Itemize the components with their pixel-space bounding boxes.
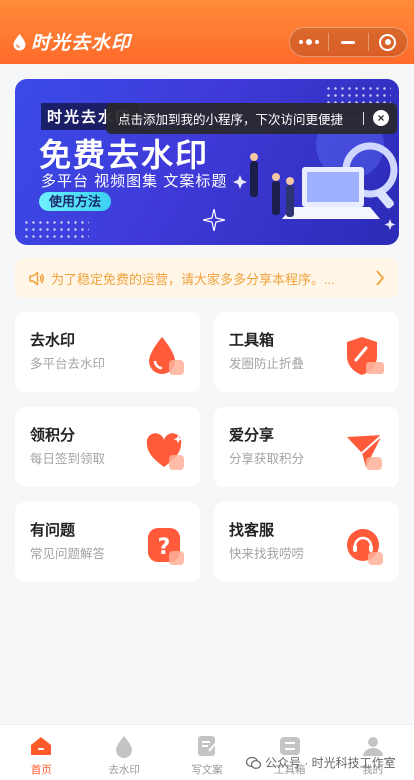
more-button[interactable] <box>290 28 328 56</box>
tooltip-divider <box>363 112 364 125</box>
card-toolbox[interactable]: 工具箱 发圈防止折叠 <box>214 312 399 392</box>
banner-dot-pattern <box>23 219 89 241</box>
watermark-text: 公众号 · 时光科技工作室 <box>265 756 396 770</box>
card-title: 找客服 <box>229 522 275 539</box>
headset-icon <box>347 529 383 565</box>
tooltip-text: 点击添加到我的小程序，下次访问更便捷 <box>118 113 344 127</box>
drop-icon <box>149 337 184 375</box>
card-remove-watermark[interactable]: 去水印 多平台去水印 <box>15 312 200 392</box>
card-title: 有问题 <box>30 522 76 539</box>
card-subtitle: 多平台去水印 <box>30 357 106 371</box>
tooltip-close-icon[interactable]: × <box>373 110 389 126</box>
miniprogram-capsule <box>289 27 408 57</box>
heart-icon <box>146 433 184 470</box>
card-subtitle: 常见问题解答 <box>30 547 106 561</box>
app-name: 时光去水印 <box>31 33 132 54</box>
card-title: 工具箱 <box>229 332 275 349</box>
card-faq[interactable]: 有问题 常见问题解答 ? <box>15 502 200 582</box>
add-to-miniprogram-tooltip: 点击添加到我的小程序，下次访问更便捷 × <box>106 103 397 134</box>
share-icon <box>347 434 383 470</box>
close-miniprogram-button[interactable] <box>369 28 407 56</box>
chevron-right-icon <box>376 270 385 286</box>
wechat-watermark: 公众号 · 时光科技工作室 <box>246 754 396 771</box>
notice-bar[interactable]: 为了稳定免费的运营，请大家多多分享本程序。... <box>15 258 399 298</box>
card-subtitle: 快来找我唠唠 <box>229 547 305 561</box>
card-title: 去水印 <box>30 332 76 349</box>
banner-subtitle: 多平台 视频图集 文案标题 <box>41 173 228 190</box>
card-subtitle: 发圈防止折叠 <box>229 357 305 371</box>
app-logo: 时光去水印 <box>12 28 131 55</box>
minimize-button[interactable] <box>329 28 367 56</box>
drop-icon <box>116 736 133 758</box>
tab-label: 去水印 <box>108 764 140 776</box>
tab-label: 首页 <box>30 764 52 776</box>
tab-home[interactable]: 首页 <box>0 725 83 780</box>
card-title: 爱分享 <box>229 427 275 444</box>
tab-remove-watermark[interactable]: 去水印 <box>83 725 166 780</box>
shield-tool-icon <box>347 337 384 375</box>
question-icon: ? <box>148 528 184 565</box>
tab-write-copy[interactable]: 写文案 <box>166 725 249 780</box>
more-dots-icon <box>299 39 320 45</box>
card-share[interactable]: 爱分享 分享获取积分 <box>214 407 399 487</box>
edit-icon <box>197 736 217 756</box>
wechat-icon <box>246 756 261 769</box>
notice-text: 为了稳定免费的运营，请大家多多分享本程序。... <box>51 271 335 287</box>
minus-icon <box>341 40 356 44</box>
home-icon <box>31 737 52 755</box>
sparkle-icon <box>203 209 225 231</box>
tab-mine[interactable]: 我的 <box>331 725 414 780</box>
card-customer-service[interactable]: 找客服 快来找我唠唠 <box>214 502 399 582</box>
speaker-icon <box>29 271 44 285</box>
card-subtitle: 分享获取积分 <box>229 452 305 466</box>
card-title: 领积分 <box>30 427 76 444</box>
banner-illustration <box>233 115 398 230</box>
tab-label: 写文案 <box>191 764 223 776</box>
drop-logo-icon <box>13 33 26 50</box>
top-header: 时光去水印 <box>0 0 414 64</box>
svg-text:?: ? <box>158 535 171 560</box>
target-icon <box>379 33 397 51</box>
usage-method-button[interactable]: 使用方法 <box>39 192 112 211</box>
tab-toolbox[interactable]: 工具箱 <box>248 725 331 780</box>
bottom-tab-bar: 首页 去水印 写文案 工具箱 我的 <box>0 724 414 780</box>
card-subtitle: 每日签到领取 <box>30 452 106 466</box>
card-earn-points[interactable]: 领积分 每日签到领取 <box>15 407 200 487</box>
